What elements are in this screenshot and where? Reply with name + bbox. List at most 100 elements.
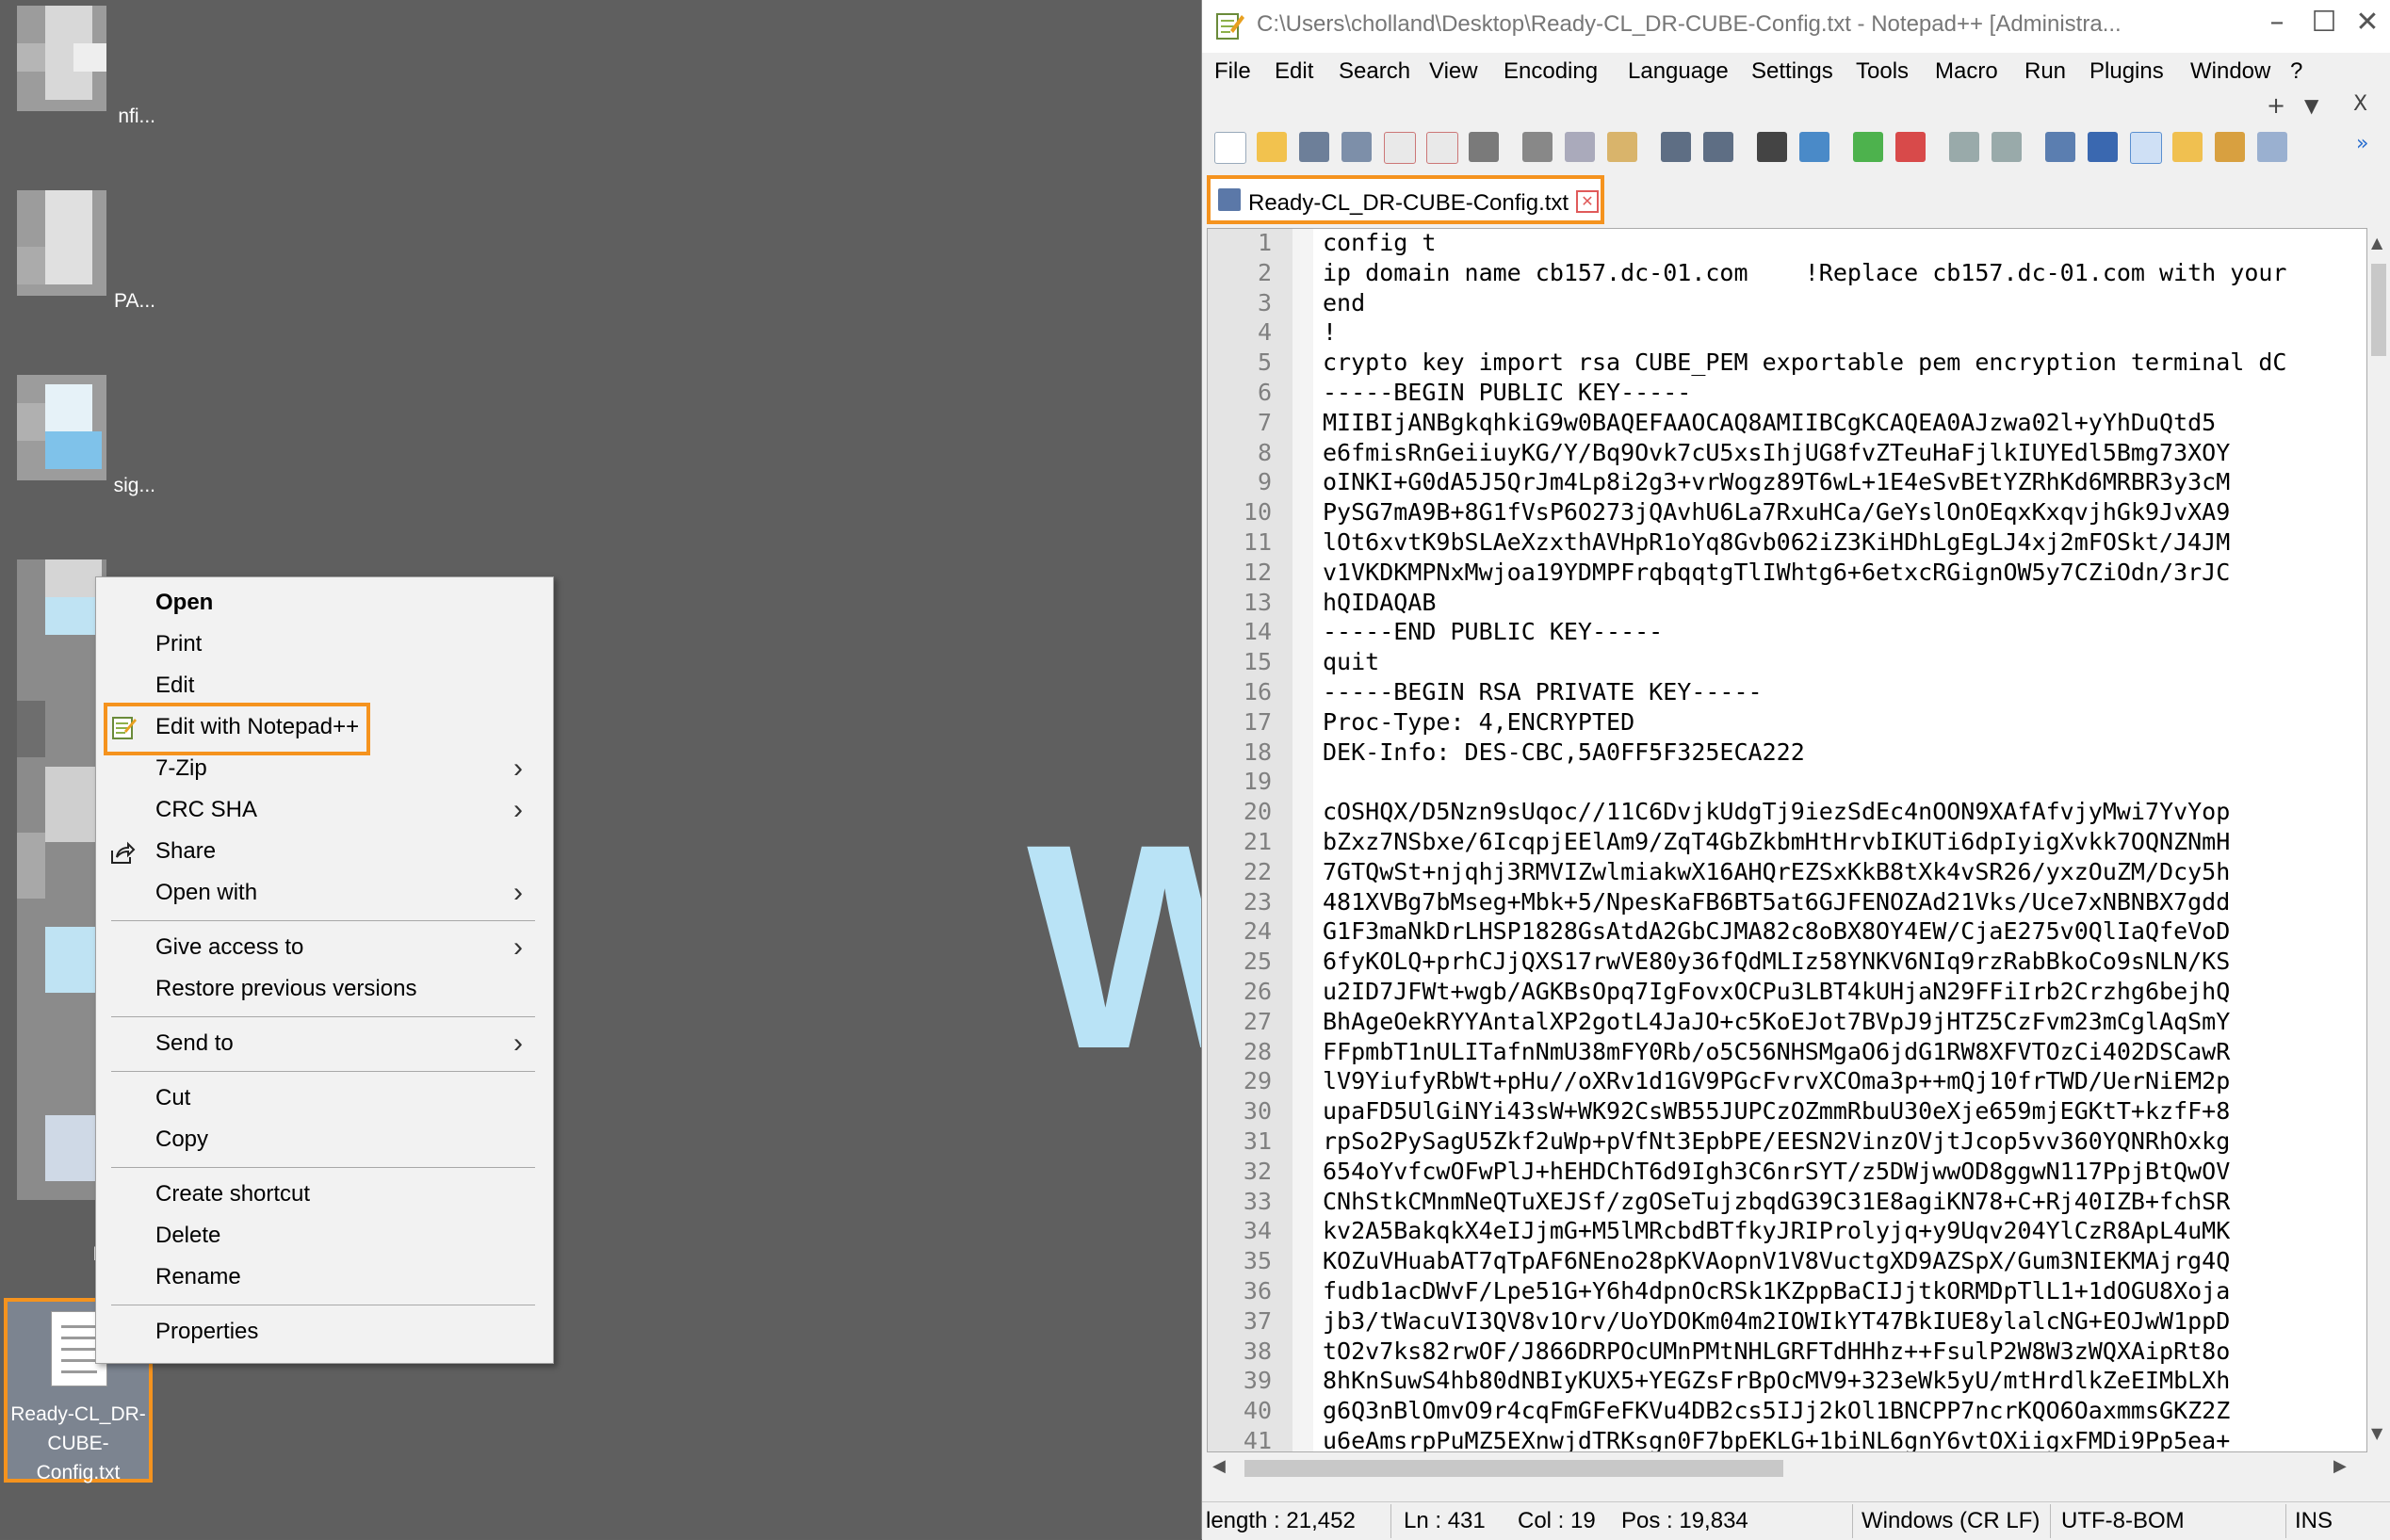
- menu-item-delete[interactable]: Delete: [96, 1216, 553, 1256]
- redo-icon[interactable]: [1703, 132, 1733, 162]
- menu-item-crc-sha[interactable]: CRC SHA ›: [96, 790, 553, 830]
- line-number: 3: [1257, 288, 1272, 316]
- menu-item-open[interactable]: Open: [96, 583, 553, 623]
- editor-line: 37 jb3/tWacuVI3QV8v1Orv/UoYDOKm04m2IOWIkY…: [1208, 1307, 2366, 1337]
- status-eol[interactable]: Windows (CR LF): [1862, 1508, 2040, 1534]
- horizontal-scroll-thumb[interactable]: [1244, 1460, 1783, 1477]
- menu-language[interactable]: Language: [1628, 58, 1729, 85]
- toolbar-overflow-icon[interactable]: »: [2356, 132, 2386, 162]
- close-file-icon[interactable]: [1384, 132, 1416, 164]
- maximize-button[interactable]: ☐: [2301, 6, 2348, 47]
- editor-line: 12 v1VKDKMPNxMwjoa19YDMPFrqbqqtgTlIWhtg6+…: [1208, 559, 2366, 589]
- status-insert-mode[interactable]: INS: [2295, 1508, 2333, 1534]
- menu-window[interactable]: Window: [2190, 58, 2270, 85]
- status-divider: [1852, 1504, 1853, 1538]
- paste-icon[interactable]: [1607, 132, 1637, 162]
- line-text: BhAgeOekRYYAntalXP2gotL4JaJO+c5KoEJot7BV…: [1323, 1007, 2231, 1035]
- folder-workspace-icon[interactable]: [2257, 132, 2287, 162]
- new-file-icon[interactable]: [1214, 132, 1246, 164]
- scroll-up-icon[interactable]: ▲: [2371, 234, 2382, 251]
- editor-line: 33 CNhStkCMnmNeQTuXEJSf/zgOSeTujzbqdG39C3…: [1208, 1188, 2366, 1218]
- desktop-icon[interactable]: sig...: [0, 369, 155, 539]
- open-file-icon[interactable]: [1257, 132, 1287, 162]
- indent-guide-icon[interactable]: [2130, 132, 2162, 164]
- menu-item-print[interactable]: Print: [96, 624, 553, 664]
- word-wrap-icon[interactable]: [2045, 132, 2075, 162]
- menu-item-open-with[interactable]: Open with ›: [96, 873, 553, 913]
- line-number: 31: [1243, 1127, 1272, 1155]
- menu-item-create-shortcut[interactable]: Create shortcut: [96, 1175, 553, 1214]
- menu-item-give-access-to[interactable]: Give access to ›: [96, 928, 553, 967]
- menu-run[interactable]: Run: [2024, 58, 2066, 85]
- menu-item-properties[interactable]: Properties: [96, 1312, 553, 1352]
- minimize-button[interactable]: –: [2253, 6, 2301, 47]
- line-text: u2ID7JFWt+wgb/AGKBsOpq7IgFovxOCPu3LBT4kU…: [1323, 978, 2231, 1005]
- horizontal-scrollbar[interactable]: ◀ ▶: [1207, 1454, 2366, 1483]
- document-map-icon[interactable]: [2172, 132, 2203, 162]
- line-text: lV9YiufyRbWt+pHu//oXRv1d1GV9PGcFvrvXCOma…: [1323, 1067, 2231, 1095]
- menu-edit[interactable]: Edit: [1275, 58, 1313, 85]
- status-divider: [2050, 1504, 2051, 1538]
- undo-icon[interactable]: [1661, 132, 1691, 162]
- line-number: 24: [1243, 917, 1272, 946]
- menu-item-copy[interactable]: Copy: [96, 1120, 553, 1159]
- menu-item-send-to[interactable]: Send to ›: [96, 1024, 553, 1063]
- line-text: rpSo2PySagU5Zkf2uWp+pVfNt3EpbPE/EESN2Vin…: [1323, 1127, 2231, 1155]
- show-all-characters-icon[interactable]: [2088, 132, 2118, 162]
- new-tab-control[interactable]: +: [2267, 92, 2285, 119]
- close-all-icon[interactable]: [1426, 132, 1458, 164]
- sync-vertical-icon[interactable]: [1949, 132, 1979, 162]
- print-icon[interactable]: [1469, 132, 1499, 162]
- save-all-icon[interactable]: [1341, 132, 1372, 162]
- zoom-out-icon[interactable]: [1895, 132, 1926, 162]
- function-list-icon[interactable]: [2215, 132, 2245, 162]
- status-encoding[interactable]: UTF-8-BOM: [2061, 1508, 2185, 1534]
- line-text: PySG7mA9B+8G1fVsP6O273jQAvhU6La7RxuHCa/G…: [1323, 498, 2231, 527]
- tab-list-control[interactable]: ▼: [2304, 94, 2318, 117]
- text-editor[interactable]: 1 config t 2 ip domain name cb157.dc-01.com…: [1207, 228, 2367, 1452]
- menu-item-rename[interactable]: Rename: [96, 1257, 553, 1297]
- status-length: length : 21,452: [1206, 1508, 1356, 1533]
- menu-help[interactable]: ?: [2290, 58, 2302, 85]
- editor-line: 34 kv2A5BakqkX4eIJjmG+M5lMRcbdBTfkyJRIPro…: [1208, 1217, 2366, 1247]
- chevron-right-icon: ›: [513, 753, 523, 784]
- desktop-icon[interactable]: PA...: [0, 185, 155, 354]
- vertical-scrollbar[interactable]: ▲ ▼: [2367, 228, 2390, 1451]
- editor-line: 30 upaFD5UlGiNYi43sW+WK92CsWB55JUPCzOZmmR…: [1208, 1097, 2366, 1127]
- menu-bar: File Edit Search View Encoding Language …: [1202, 55, 2390, 92]
- menu-item-restore-previous-versions[interactable]: Restore previous versions: [96, 969, 553, 1009]
- scroll-right-icon[interactable]: ▶: [2333, 1456, 2347, 1476]
- line-number: 32: [1243, 1157, 1272, 1185]
- close-tab-control[interactable]: X: [2353, 92, 2367, 116]
- scroll-left-icon[interactable]: ◀: [1212, 1456, 1226, 1476]
- menu-tools[interactable]: Tools: [1856, 58, 1909, 85]
- copy-icon[interactable]: [1565, 132, 1595, 162]
- file-tab[interactable]: Ready-CL_DR-CUBE-Config.txt ✕: [1207, 175, 1604, 224]
- replace-icon[interactable]: [1799, 132, 1829, 162]
- save-icon[interactable]: [1299, 132, 1329, 162]
- menu-item-cut[interactable]: Cut: [96, 1078, 553, 1118]
- menu-item-share[interactable]: Share: [96, 832, 553, 871]
- desktop-icon[interactable]: nfi...: [0, 0, 155, 170]
- menu-macro[interactable]: Macro: [1935, 58, 1998, 85]
- menu-file[interactable]: File: [1214, 58, 1251, 85]
- status-column: Col : 19: [1518, 1508, 1596, 1533]
- close-tab-icon[interactable]: ✕: [1576, 190, 1599, 213]
- menu-settings[interactable]: Settings: [1751, 58, 1833, 85]
- zoom-in-icon[interactable]: [1853, 132, 1883, 162]
- sync-horizontal-icon[interactable]: [1992, 132, 2022, 162]
- line-text: fudb1acDWvF/Lpe51G+Y6h4dpnOcRSk1KZppBaCI…: [1323, 1277, 2231, 1305]
- find-icon[interactable]: [1757, 132, 1787, 162]
- cut-icon[interactable]: [1522, 132, 1553, 162]
- vertical-scroll-thumb[interactable]: [2371, 264, 2386, 356]
- close-button[interactable]: ✕: [2344, 6, 2390, 47]
- line-number: 19: [1243, 768, 1272, 796]
- menu-plugins[interactable]: Plugins: [2089, 58, 2164, 85]
- blurred-icons: [17, 559, 106, 1200]
- menu-view[interactable]: View: [1429, 58, 1478, 85]
- menu-item-edit[interactable]: Edit: [96, 666, 553, 705]
- menu-item-label: Give access to: [155, 934, 304, 960]
- menu-encoding[interactable]: Encoding: [1504, 58, 1598, 85]
- scroll-down-icon[interactable]: ▼: [2371, 1424, 2382, 1442]
- menu-search[interactable]: Search: [1339, 58, 1410, 85]
